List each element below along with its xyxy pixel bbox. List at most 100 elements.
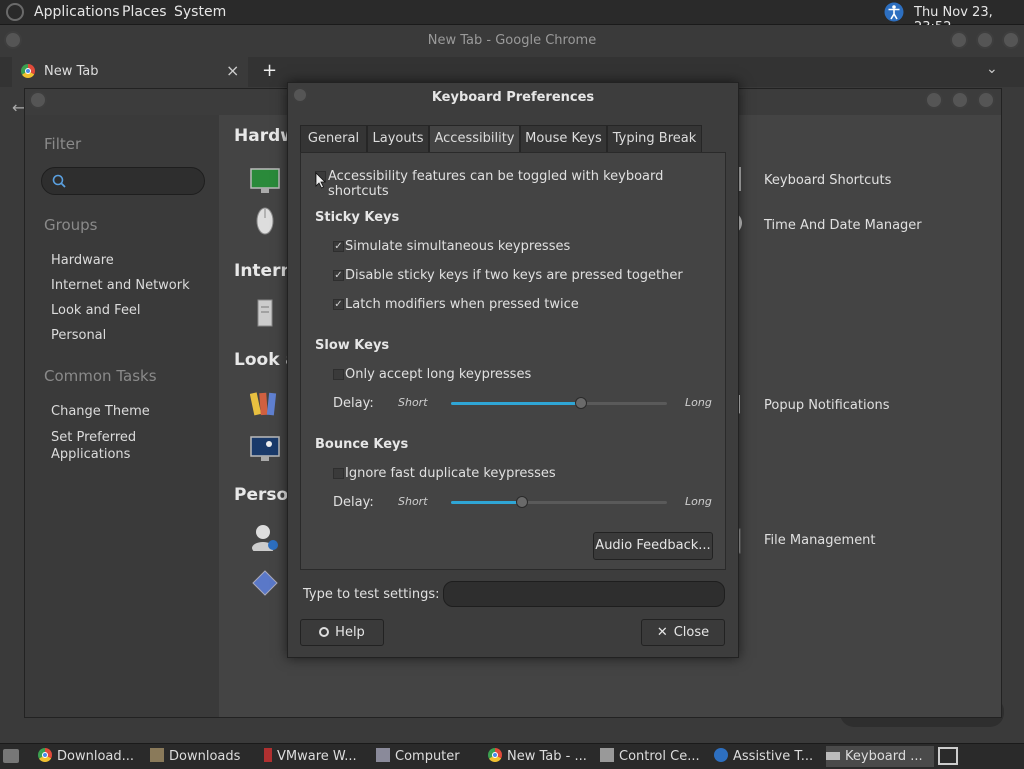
help-icon: [319, 627, 330, 637]
category-personal: Perso: [234, 485, 289, 505]
vmware-icon: [264, 748, 272, 762]
group-internet-network[interactable]: Internet and Network: [51, 278, 190, 293]
bounce-keys-checkbox[interactable]: [333, 468, 344, 479]
groups-heading: Groups: [44, 216, 98, 234]
bounce-keys-heading: Bounce Keys: [315, 437, 409, 452]
computer-icon: [376, 748, 390, 762]
audio-feedback-button[interactable]: Audio Feedback...: [593, 532, 713, 560]
task-computer[interactable]: Computer: [376, 746, 476, 767]
minimize-button[interactable]: [950, 31, 968, 49]
item-file-management[interactable]: File Management: [764, 533, 876, 548]
slow-delay-fill: [451, 402, 581, 405]
task-vmware[interactable]: VMware W...: [264, 746, 368, 767]
cc-minimize-button[interactable]: [925, 91, 943, 109]
cc-close-button[interactable]: [977, 91, 995, 109]
help-button[interactable]: Help: [300, 619, 384, 646]
control-center-icon: [600, 748, 614, 762]
tab-general[interactable]: General: [300, 125, 367, 153]
tab-typing-break[interactable]: Typing Break: [607, 125, 702, 153]
slow-delay-slider[interactable]: [451, 397, 667, 409]
personal-settings-icon[interactable]: [250, 569, 280, 597]
filter-label: Filter: [44, 135, 82, 153]
task-set-preferred-apps[interactable]: Set Preferred Applications: [51, 429, 161, 463]
tab-close-icon[interactable]: ×: [226, 61, 239, 80]
top-panel: Applications Places System Thu Nov 23, 2…: [0, 0, 1024, 35]
bounce-short-label: Short: [398, 495, 428, 508]
mouse-cursor-icon: [315, 172, 326, 189]
group-hardware[interactable]: Hardware: [51, 253, 114, 268]
chrome-icon: [21, 64, 35, 78]
group-look-and-feel[interactable]: Look and Feel: [51, 303, 141, 318]
tab-layouts[interactable]: Layouts: [367, 125, 429, 153]
chrome-icon: [38, 748, 52, 762]
screensaver-icon[interactable]: [250, 435, 280, 463]
sticky-simulate-label[interactable]: Simulate simultaneous keypresses: [345, 239, 570, 254]
mouse-icon[interactable]: [250, 207, 280, 235]
taskbar: Download... Downloads VMware W... Comput…: [0, 743, 1024, 769]
slow-keys-checkbox[interactable]: [333, 369, 344, 380]
task-assistive-tech[interactable]: Assistive T...: [714, 746, 822, 767]
slow-delay-label: Delay:: [333, 396, 374, 411]
sticky-latch-label[interactable]: Latch modifiers when pressed twice: [345, 297, 579, 312]
task-downloads-folder[interactable]: Downloads: [150, 746, 250, 767]
task-label: Assistive T...: [733, 749, 814, 764]
bounce-keys-label[interactable]: Ignore fast duplicate keypresses: [345, 466, 556, 481]
toggle-shortcuts-label[interactable]: Accessibility features can be toggled wi…: [328, 169, 725, 199]
bounce-delay-handle[interactable]: [516, 496, 528, 508]
filter-search-input[interactable]: [41, 167, 205, 195]
sticky-disable-checkbox[interactable]: ✓: [333, 270, 344, 281]
task-control-center[interactable]: Control Ce...: [600, 746, 708, 767]
display-icon[interactable]: [250, 167, 280, 195]
bounce-delay-slider[interactable]: [451, 496, 667, 508]
item-keyboard-shortcuts[interactable]: Keyboard Shortcuts: [764, 173, 891, 188]
bounce-delay-label: Delay:: [333, 495, 374, 510]
workspace-switcher[interactable]: [938, 747, 958, 765]
search-icon: [52, 174, 66, 188]
close-window-button[interactable]: [1002, 31, 1020, 49]
accessibility-tab-panel: Accessibility features can be toggled wi…: [300, 152, 726, 570]
task-new-tab-chrome[interactable]: New Tab - ...: [488, 746, 596, 767]
test-settings-label: Type to test settings:: [303, 587, 440, 602]
sticky-latch-checkbox[interactable]: ✓: [333, 299, 344, 310]
test-settings-input[interactable]: [443, 581, 725, 607]
task-keyboard-preferences[interactable]: Keyboard ...: [826, 746, 934, 767]
item-time-date-manager[interactable]: Time And Date Manager: [764, 218, 922, 233]
task-label: Control Ce...: [619, 749, 700, 764]
tab-accessibility[interactable]: Accessibility: [429, 125, 520, 153]
tab-mouse-keys[interactable]: Mouse Keys: [520, 125, 607, 153]
show-desktop-icon[interactable]: [3, 749, 19, 763]
tab-title: New Tab: [44, 64, 99, 79]
dialog-title: Keyboard Preferences: [431, 90, 595, 105]
menu-places[interactable]: Places: [122, 4, 167, 20]
item-popup-notifications[interactable]: Popup Notifications: [764, 398, 890, 413]
tab-search-icon[interactable]: ⌄: [986, 61, 998, 77]
tab-new-tab[interactable]: New Tab ×: [12, 57, 248, 87]
user-info-icon[interactable]: [250, 523, 280, 551]
task-label: Download...: [57, 749, 135, 764]
cc-sidebar: Filter Groups Hardware Internet and Netw…: [25, 115, 219, 717]
sticky-keys-heading: Sticky Keys: [315, 210, 400, 225]
slow-short-label: Short: [398, 396, 428, 409]
sticky-simulate-checkbox[interactable]: ✓: [333, 241, 344, 252]
task-download-chrome[interactable]: Download...: [38, 746, 142, 767]
sticky-disable-label[interactable]: Disable sticky keys if two keys are pres…: [345, 268, 683, 283]
maximize-button[interactable]: [976, 31, 994, 49]
slow-keys-label[interactable]: Only accept long keypresses: [345, 367, 531, 382]
slow-delay-handle[interactable]: [575, 397, 587, 409]
group-personal[interactable]: Personal: [51, 328, 106, 343]
slow-long-label: Long: [685, 396, 712, 409]
help-button-label: Help: [335, 625, 365, 640]
accessibility-icon[interactable]: [884, 2, 904, 22]
gnome-foot-icon[interactable]: [6, 3, 24, 21]
close-button-label: Close: [673, 625, 710, 640]
task-change-theme[interactable]: Change Theme: [51, 404, 150, 419]
menu-applications[interactable]: Applications: [34, 4, 120, 20]
new-tab-button[interactable]: +: [262, 60, 277, 81]
close-button[interactable]: ✕ Close: [641, 619, 725, 646]
appearance-icon[interactable]: [250, 389, 280, 417]
network-server-icon[interactable]: [250, 299, 280, 327]
menu-system[interactable]: System: [174, 4, 226, 20]
cc-window-menu-button[interactable]: [29, 91, 47, 109]
cc-maximize-button[interactable]: [951, 91, 969, 109]
bounce-long-label: Long: [685, 495, 712, 508]
